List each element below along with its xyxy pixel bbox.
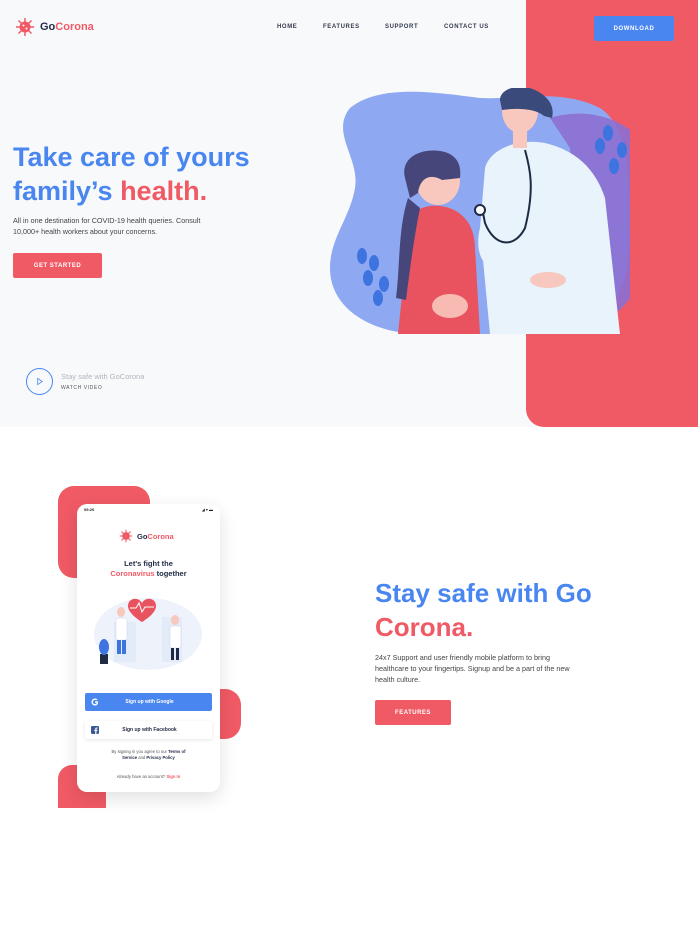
nav-home[interactable]: HOME <box>277 24 297 30</box>
signup-facebook-button[interactable]: Sign up with Facebook <box>85 721 212 739</box>
features-button[interactable]: FEATURES <box>375 700 451 725</box>
download-button[interactable]: DOWNLOAD <box>594 16 674 41</box>
hero-section: GoCorona HOME FEATURES SUPPORT CONTACT U… <box>0 0 698 427</box>
google-icon <box>91 698 99 706</box>
hero-subtitle: All in one destination for COVID-19 heal… <box>13 216 201 236</box>
facebook-icon <box>91 726 99 734</box>
play-icon <box>37 377 43 386</box>
virus-logo-icon <box>119 529 133 543</box>
doctor-patient-illustration <box>330 88 630 334</box>
phone-brand-logo: GoCorona <box>119 529 174 543</box>
phone-terms-text: By signing in you agree to our Terms of … <box>111 749 186 760</box>
hero-title: Take care of yours family’s health. <box>13 140 250 208</box>
phone-mockup: 09:20 ◢ ▾ ▬ GoCorona Let's fight the Cor… <box>77 504 220 792</box>
nav-features[interactable]: FEATURES <box>323 24 360 30</box>
phone-brand-name: GoCorona <box>137 531 174 541</box>
section2-subtitle: 24x7 Support and user friendly mobile pl… <box>375 653 570 684</box>
nav-support[interactable]: SUPPORT <box>385 24 418 30</box>
signup-google-button[interactable]: Sign up with Google <box>85 693 212 711</box>
terms-link[interactable]: Terms of <box>168 749 185 754</box>
section2-title: Stay safe with Go Corona. <box>375 578 592 642</box>
phone-time: 09:20 <box>84 507 95 512</box>
virus-logo-icon <box>16 18 34 36</box>
phone-status-icons: ◢ ▾ ▬ <box>201 507 213 512</box>
terms-link-service[interactable]: Service <box>122 755 137 760</box>
play-button[interactable] <box>26 368 53 395</box>
hero-title-line2b: health. <box>120 176 208 206</box>
nav-contact[interactable]: CONTACT US <box>444 24 489 30</box>
brand-name: GoCorona <box>40 21 94 33</box>
signup-facebook-label: Sign up with Facebook <box>122 727 177 733</box>
phone-illustration <box>94 598 202 670</box>
phone-account-text: Already have an account? Sign In <box>116 774 181 779</box>
privacy-link[interactable]: Privacy Policy <box>146 755 174 760</box>
video-label: WATCH VIDEO <box>61 385 103 391</box>
signup-google-label: Sign up with Google <box>125 699 174 705</box>
hero-title-line2a: family’s <box>13 176 121 206</box>
brand-logo[interactable]: GoCorona <box>15 17 94 37</box>
video-title: Stay safe with GoCorona <box>61 372 145 381</box>
phone-heading: Let's fight the Coronavirus together <box>110 559 187 578</box>
watch-video-link[interactable]: Stay safe with GoCorona WATCH VIDEO <box>26 368 144 395</box>
get-started-button[interactable]: GET STARTED <box>13 253 102 278</box>
signin-link[interactable]: Sign In <box>166 774 180 779</box>
hero-title-line1: Take care of yours <box>13 142 250 172</box>
